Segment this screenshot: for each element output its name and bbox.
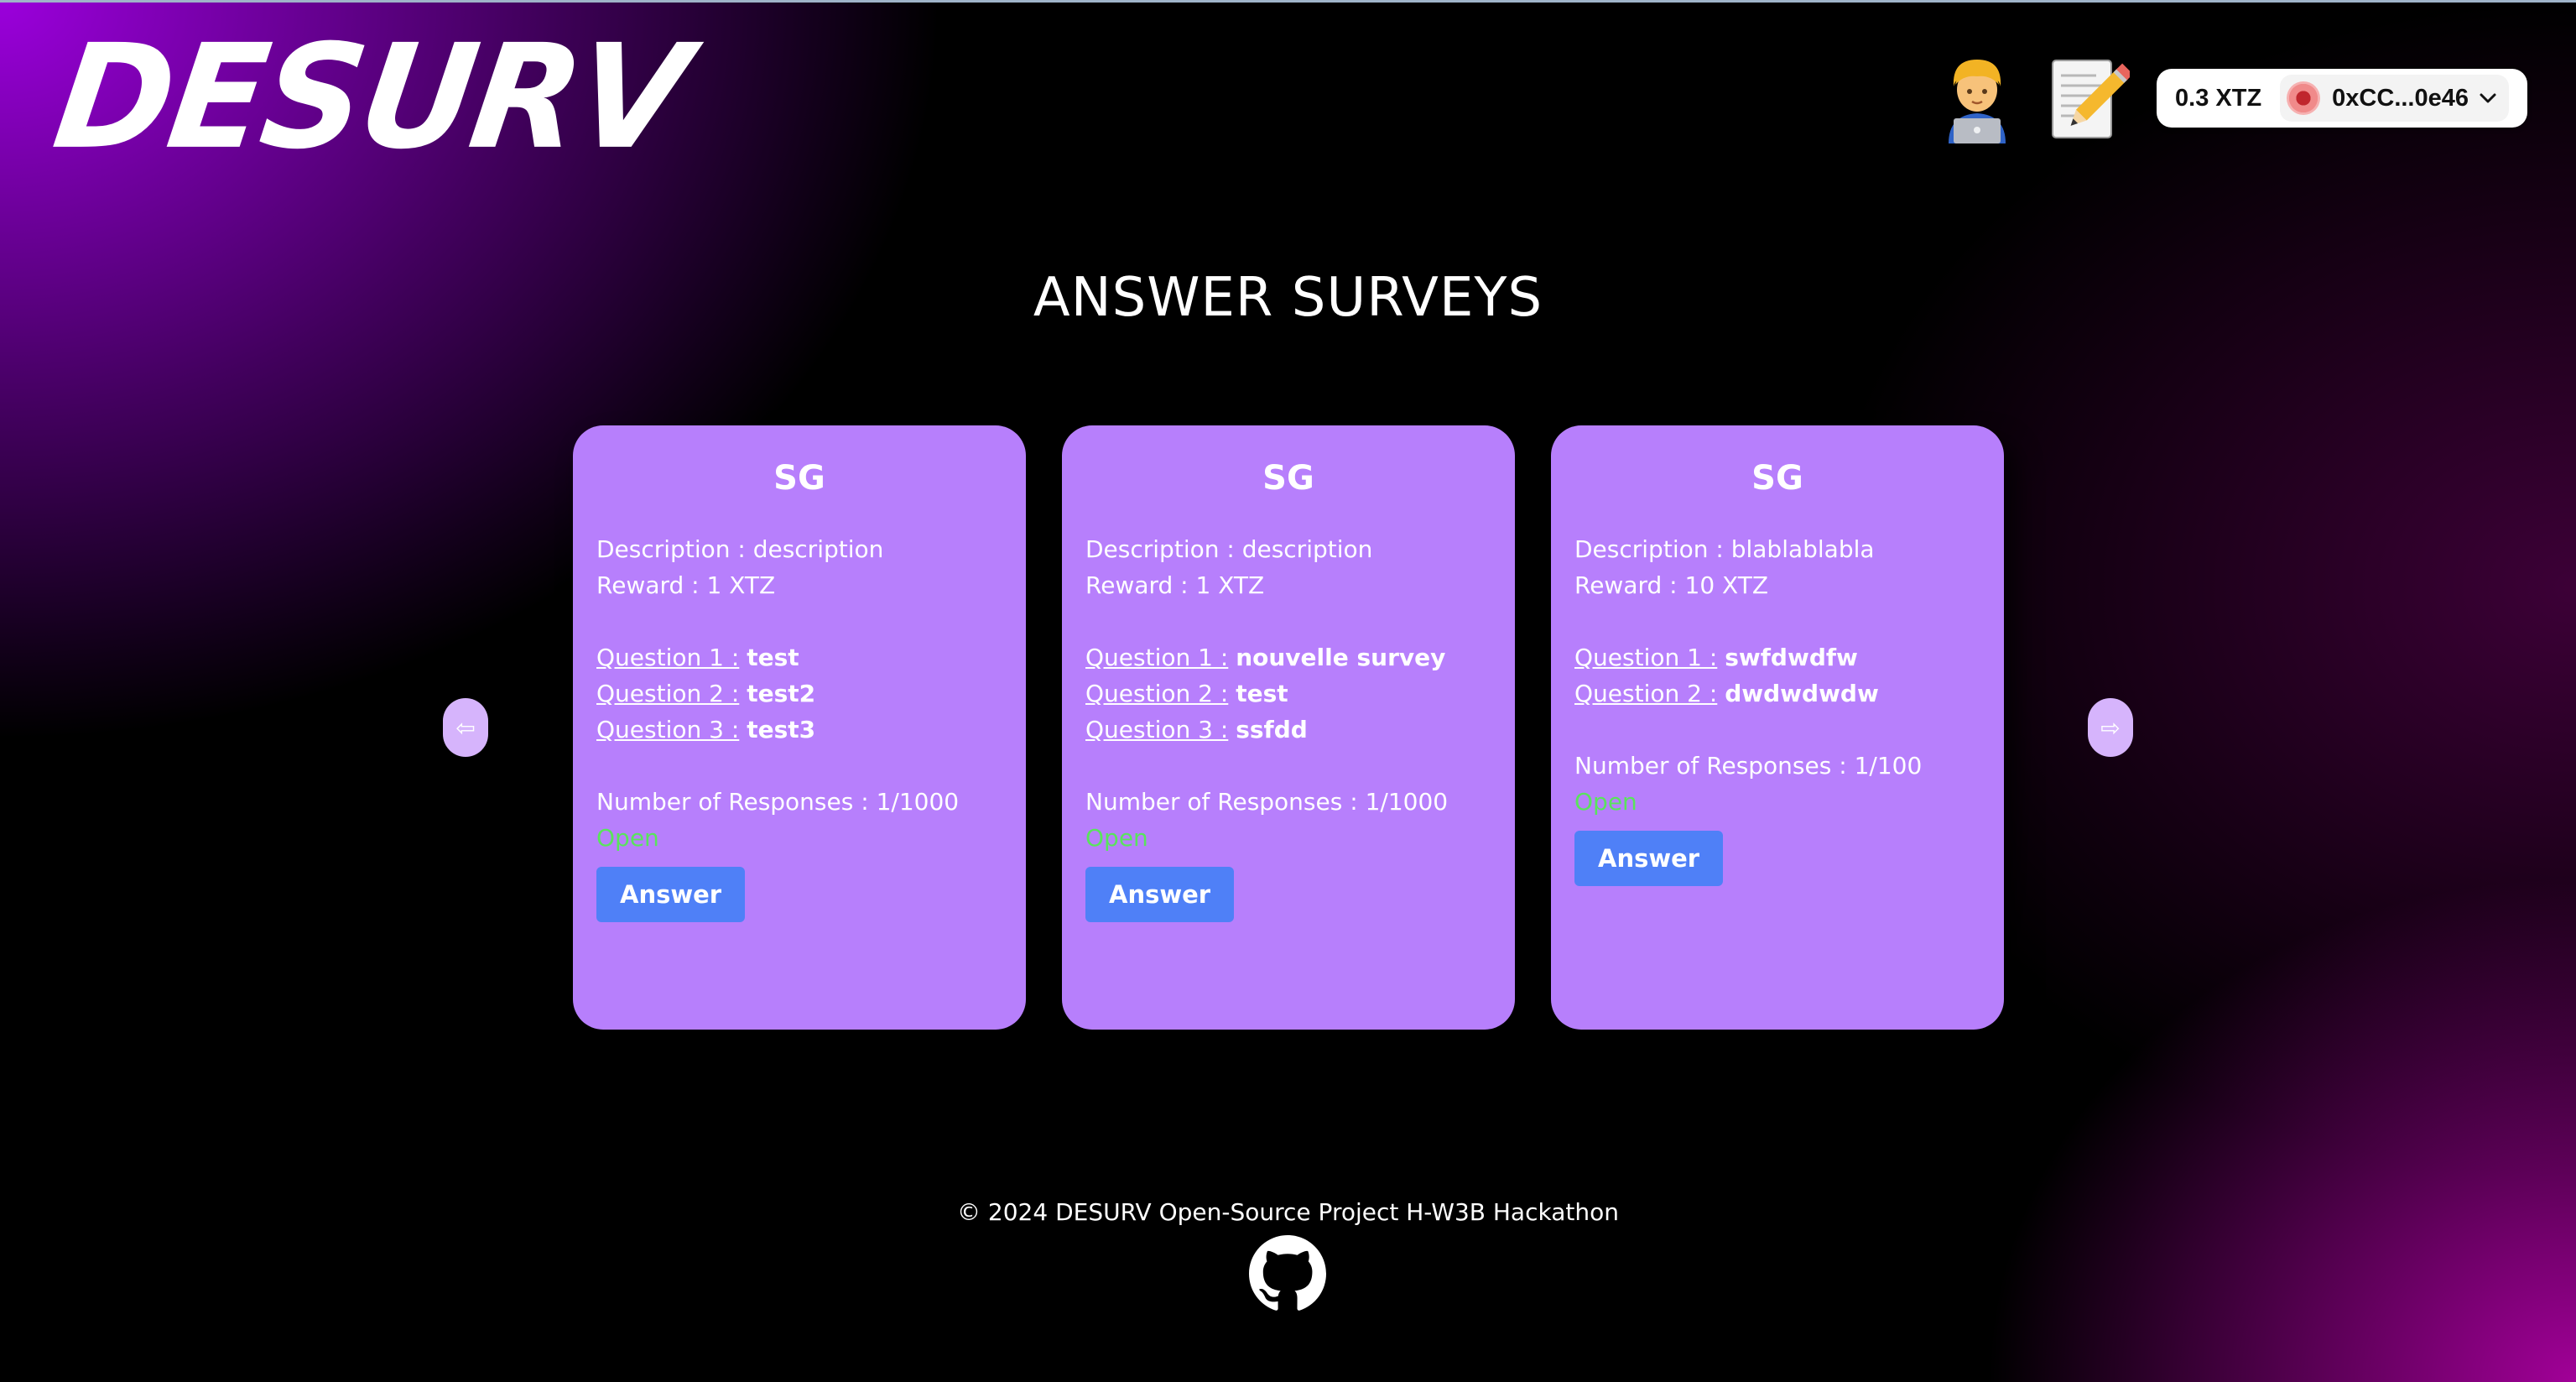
survey-question: Question 1 : test <box>596 644 799 671</box>
survey-status: Open <box>596 824 659 852</box>
survey-question: Question 1 : nouvelle survey <box>1085 644 1446 671</box>
github-link[interactable] <box>1249 1235 1326 1312</box>
survey-card: SG Description : description Reward : 1 … <box>1062 425 1515 1030</box>
question-label[interactable]: Question 2 : <box>1574 680 1717 707</box>
survey-title: SG <box>1262 459 1314 498</box>
wallet-account[interactable]: 0xCC...0e46 <box>2280 75 2509 122</box>
question-label[interactable]: Question 2 : <box>596 680 739 707</box>
survey-status: Open <box>1574 788 1637 816</box>
survey-question: Question 2 : dwdwdwdw <box>1574 680 1879 707</box>
footer-copyright: © 2024 DESURV Open-Source Project H-W3B … <box>957 1198 1619 1226</box>
arrow-left-icon: ⇦ <box>455 714 476 741</box>
survey-card: SG Description : blablablabla Reward : 1… <box>1551 425 2004 1030</box>
survey-responses: Number of Responses : 1/1000 <box>596 788 960 816</box>
survey-description: Description : blablablabla <box>1574 535 1875 563</box>
question-label[interactable]: Question 1 : <box>596 644 739 671</box>
create-survey-button[interactable] <box>2046 52 2131 144</box>
question-label[interactable]: Question 2 : <box>1085 680 1228 707</box>
carousel-next-button[interactable]: ⇨ <box>2088 698 2133 757</box>
survey-description: Description : description <box>1085 535 1373 563</box>
github-icon <box>1249 1235 1326 1311</box>
question-label[interactable]: Question 1 : <box>1085 644 1228 671</box>
desurv-logo[interactable]: DESURV <box>45 13 695 181</box>
survey-reward: Reward : 10 XTZ <box>1574 571 1769 599</box>
answer-button[interactable]: Answer <box>596 867 746 922</box>
wallet-connect-button[interactable]: 0.3 XTZ 0xCC...0e46 <box>2157 69 2527 128</box>
survey-question: Question 2 : test <box>1085 680 1288 707</box>
memo-pencil-icon <box>2052 60 2131 138</box>
wallet-balance: 0.3 XTZ <box>2175 84 2262 112</box>
answer-button[interactable]: Answer <box>1085 867 1235 922</box>
page-title: ANSWER SURVEYS <box>1033 267 1543 329</box>
account-avatar <box>2287 81 2321 115</box>
header-actions: 0.3 XTZ 0xCC...0e46 <box>1935 52 2527 144</box>
survey-reward: Reward : 1 XTZ <box>1085 571 1265 599</box>
survey-status: Open <box>1085 824 1148 852</box>
survey-card: SG Description : description Reward : 1 … <box>573 425 1026 1030</box>
arrow-right-icon: ⇨ <box>2100 714 2121 741</box>
survey-responses: Number of Responses : 1/100 <box>1574 752 1923 780</box>
question-label[interactable]: Question 3 : <box>1085 716 1228 743</box>
wallet-address: 0xCC...0e46 <box>2332 84 2469 112</box>
survey-title: SG <box>773 459 825 498</box>
survey-title: SG <box>1751 459 1803 498</box>
question-label[interactable]: Question 3 : <box>596 716 739 743</box>
survey-question: Question 3 : ssfdd <box>1085 716 1308 743</box>
survey-question: Question 1 : swfdwdfw <box>1574 644 1858 671</box>
survey-reward: Reward : 1 XTZ <box>596 571 776 599</box>
carousel-prev-button[interactable]: ⇦ <box>443 698 488 757</box>
answer-button[interactable]: Answer <box>1574 831 1724 886</box>
survey-question: Question 2 : test2 <box>596 680 816 707</box>
survey-description: Description : description <box>596 535 884 563</box>
survey-question: Question 3 : test3 <box>596 716 816 743</box>
top-border <box>0 0 2576 3</box>
survey-responses: Number of Responses : 1/1000 <box>1085 788 1449 816</box>
chevron-down-icon <box>2480 93 2496 103</box>
profile-button[interactable] <box>1935 52 2019 144</box>
technologist-icon <box>1949 60 2006 143</box>
question-label[interactable]: Question 1 : <box>1574 644 1717 671</box>
